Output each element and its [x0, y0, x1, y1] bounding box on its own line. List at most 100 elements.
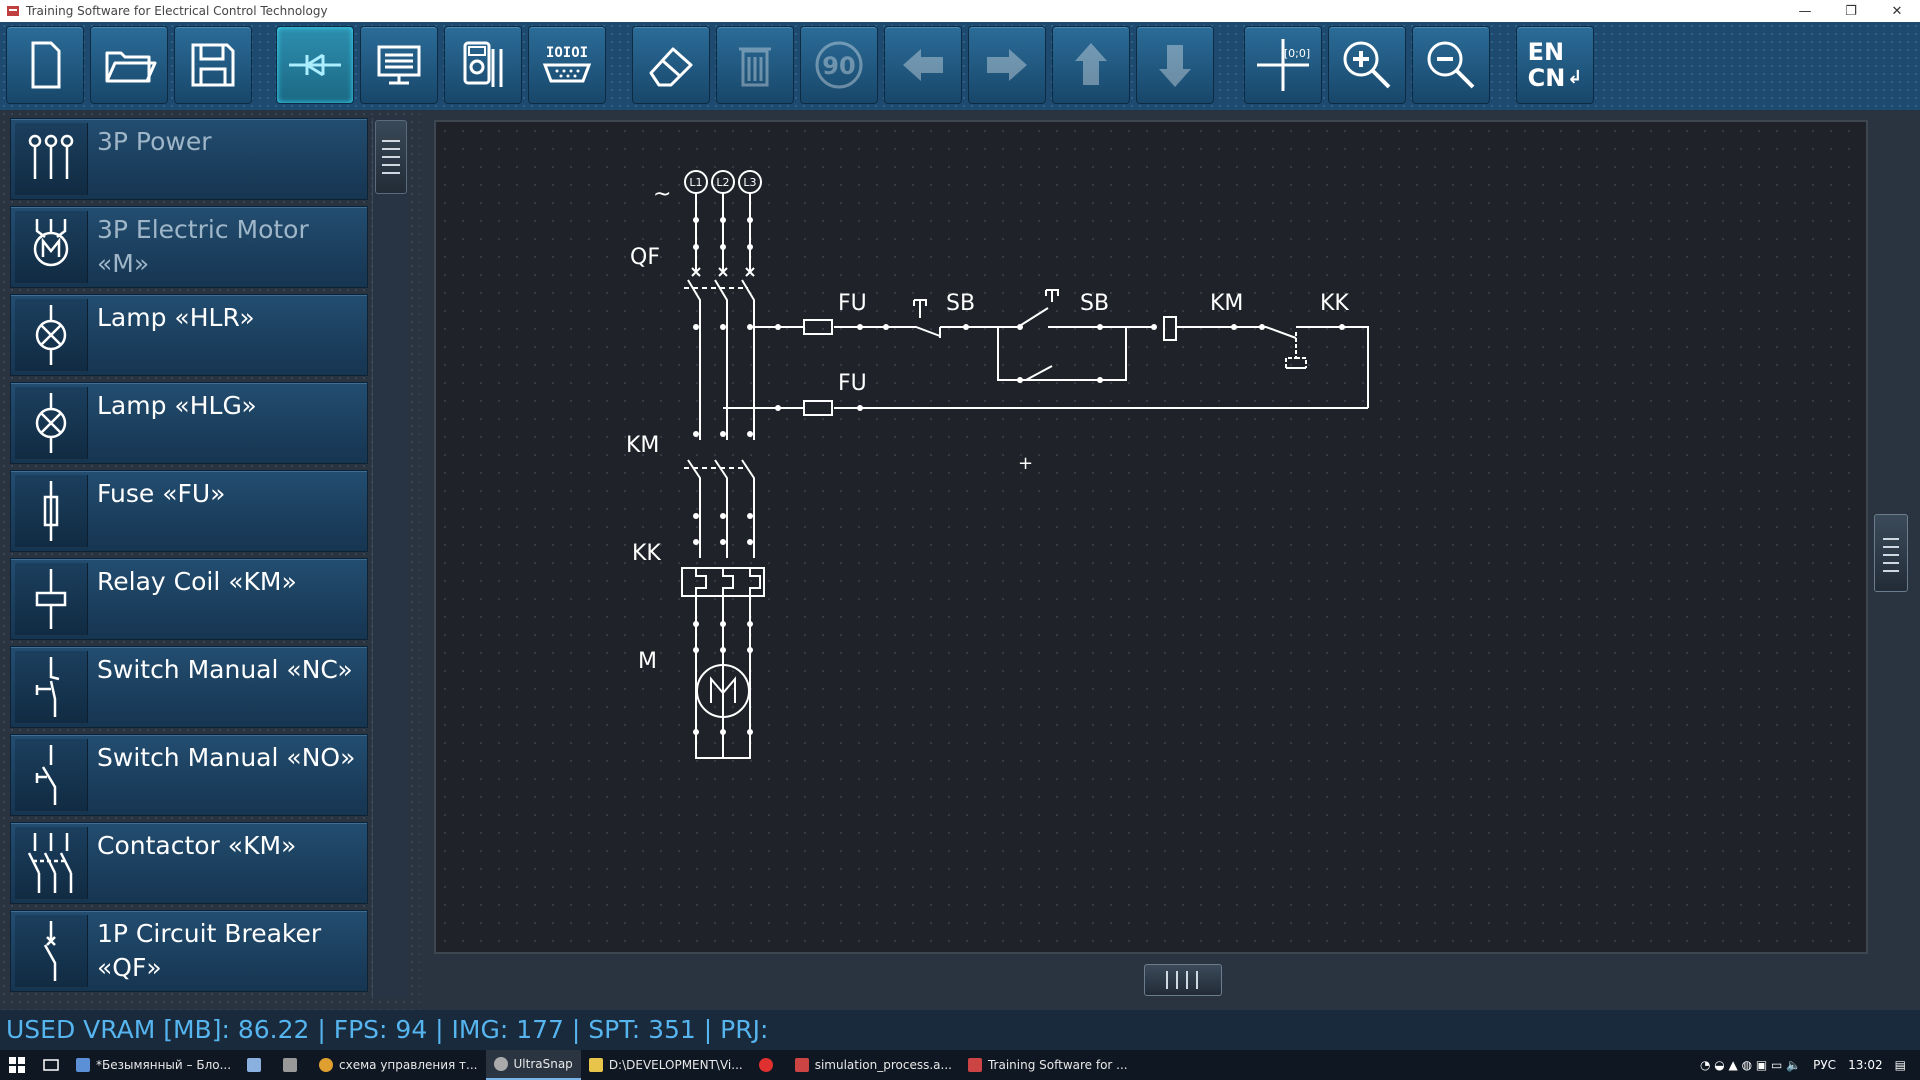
contactor-icon [27, 833, 73, 893]
l1-label: L1 [689, 176, 702, 189]
save-button[interactable] [174, 26, 252, 104]
serial-port-button[interactable]: IOIOI [528, 26, 606, 104]
taskbar-item[interactable]: UltraSnap [485, 1050, 581, 1080]
wire-icon [289, 53, 341, 77]
language-switch-icon: ↲ [1567, 67, 1583, 88]
eraser-icon [649, 47, 693, 87]
taskbar-item[interactable]: simulation_process.a... [787, 1050, 960, 1080]
windows-taskbar: *Безымянный – Бло... схема управления т.… [0, 1050, 1920, 1080]
kk-ctrl-label: KK [1320, 291, 1349, 316]
taskbar-item[interactable]: схема управления т... [311, 1050, 485, 1080]
folder-icon [105, 51, 157, 83]
task-view-icon [43, 1059, 59, 1071]
serial-port-text: IOIOI [546, 45, 588, 61]
motor-icon [33, 219, 69, 267]
palette-scroll-thumb[interactable] [375, 120, 407, 194]
app-icon [7, 6, 19, 16]
taskbar-item[interactable]: *Безымянный – Бло... [68, 1050, 239, 1080]
taskbar-item[interactable] [239, 1050, 275, 1080]
palette-item-label: Switch Manual «NO» [97, 743, 356, 772]
relay-coil-icon [35, 569, 67, 629]
rotate-button[interactable]: 90 [800, 26, 878, 104]
toolbar: IOIOI 90 [0;0] EN CN ↲ [0, 22, 1920, 110]
input-language[interactable]: РУС [1813, 1058, 1836, 1072]
palette-item-3p-motor[interactable]: 3P Electric Motor «M» [10, 206, 368, 288]
origin-text: [0;0] [1284, 47, 1310, 60]
new-file-button[interactable] [6, 26, 84, 104]
taskbar-item[interactable] [275, 1050, 311, 1080]
lamp-icon [35, 393, 67, 453]
palette-item-switch-no[interactable]: Switch Manual «NO» [10, 734, 368, 816]
palette-item-label: Switch Manual «NC» [97, 655, 353, 684]
crosshair-origin-icon: [0;0] [1257, 39, 1310, 91]
move-up-button[interactable] [1052, 26, 1130, 104]
multimeter-button[interactable] [444, 26, 522, 104]
language-en: EN [1527, 38, 1565, 66]
palette-item-lamp-hlr[interactable]: Lamp «HLR» [10, 294, 368, 376]
ac-symbol: ~ [653, 182, 671, 207]
canvas-horizontal-scrollbar[interactable] [434, 956, 1914, 996]
zoom-out-button[interactable] [1412, 26, 1490, 104]
palette-item-fuse[interactable]: Fuse «FU» [10, 470, 368, 552]
canvas-vertical-scroll-thumb[interactable] [1874, 514, 1908, 592]
arrow-left-icon [903, 49, 943, 81]
sb2-label: SB [1080, 291, 1109, 316]
zoom-in-button[interactable] [1328, 26, 1406, 104]
task-view-button[interactable] [34, 1050, 68, 1080]
rotate-text: 90 [822, 52, 855, 80]
palette-item-label: Lamp «HLR» [97, 303, 255, 332]
zoom-in-icon [1343, 41, 1391, 89]
palette-item-3p-power[interactable]: 3P Power [10, 118, 368, 200]
start-button[interactable] [0, 1050, 34, 1080]
km-main-label: KM [626, 433, 659, 458]
sb1-label: SB [946, 291, 975, 316]
palette-item-contactor[interactable]: Contactor «KM» [10, 822, 368, 904]
delete-button[interactable] [716, 26, 794, 104]
minimize-button[interactable]: — [1782, 0, 1828, 22]
taskbar-item[interactable] [751, 1050, 787, 1080]
switch-nc-icon [35, 657, 60, 717]
monitor-icon [377, 45, 421, 85]
palette-item-switch-nc[interactable]: Switch Manual «NC» [10, 646, 368, 728]
language-toggle-button[interactable]: EN CN ↲ [1516, 26, 1594, 104]
palette-item-label: 3P Electric Motor «M» [97, 215, 309, 278]
qf-label: QF [630, 245, 660, 270]
switch-no-icon [35, 745, 57, 805]
taskbar-item[interactable]: D:\DEVELOPMENT\Vi... [581, 1050, 751, 1080]
origin-button[interactable]: [0;0] [1244, 26, 1322, 104]
control-circuit [723, 289, 1369, 416]
title-bar: Training Software for Electrical Control… [0, 0, 1920, 22]
file-icon [31, 41, 61, 89]
arrow-down-icon [1159, 45, 1191, 87]
open-folder-button[interactable] [90, 26, 168, 104]
move-down-button[interactable] [1136, 26, 1214, 104]
workspace: ~ QF KM KK M FU FU SB SB KM KK L1 L2 L3 [420, 110, 1920, 1010]
palette-item-label: Lamp «HLG» [97, 391, 257, 420]
l2-label: L2 [716, 176, 729, 189]
wire-mode-button[interactable] [276, 26, 354, 104]
m-label: M [638, 649, 657, 674]
palette-item-label: 1P Circuit Breaker «QF» [97, 919, 322, 982]
clock[interactable]: 13:02 [1848, 1058, 1883, 1072]
maximize-button[interactable]: ❐ [1828, 0, 1874, 22]
notifications-icon[interactable]: ▤ [1895, 1058, 1906, 1072]
language-label: EN CN ↲ [1528, 39, 1583, 91]
close-button[interactable]: ✕ [1874, 0, 1920, 22]
tray-icons[interactable]: ◔ ◒ ▲ ◍ ▣ ▭ 🔈 [1700, 1058, 1801, 1072]
schematic-canvas[interactable]: ~ QF KM KK M FU FU SB SB KM KK L1 L2 L3 [434, 120, 1868, 954]
kk-main-label: KK [632, 541, 661, 566]
palette-item-relay-coil[interactable]: Relay Coil «KM» [10, 558, 368, 640]
palette-item-circuit-breaker[interactable]: 1P Circuit Breaker «QF» [10, 910, 368, 992]
move-right-button[interactable] [968, 26, 1046, 104]
move-left-button[interactable] [884, 26, 962, 104]
palette-scrollbar[interactable] [372, 118, 407, 998]
language-cn: CN [1527, 64, 1566, 92]
simulation-button[interactable] [360, 26, 438, 104]
eraser-button[interactable] [632, 26, 710, 104]
taskbar-item[interactable]: Training Software for ... [960, 1050, 1136, 1080]
power-circuit [681, 193, 765, 759]
palette-item-lamp-hlg[interactable]: Lamp «HLG» [10, 382, 368, 464]
arrow-right-icon [987, 49, 1027, 81]
canvas-horizontal-scroll-thumb[interactable] [1144, 964, 1222, 996]
component-palette: 3P Power 3P Electric Motor «M» Lamp «HLR… [0, 110, 420, 1010]
